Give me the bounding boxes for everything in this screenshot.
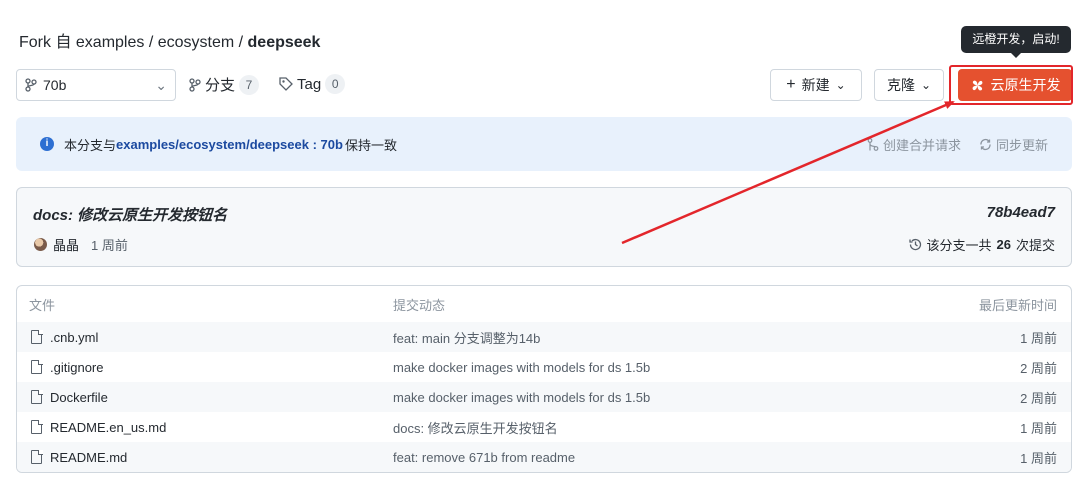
file-icon — [31, 359, 43, 374]
history-icon — [908, 238, 921, 251]
file-name[interactable]: .gitignore — [50, 360, 103, 375]
file-table: 文件 提交动态 最后更新时间 .cnb.yml feat: main 分支调整为… — [16, 285, 1072, 473]
file-name[interactable]: Dockerfile — [50, 390, 108, 405]
file-commit-message[interactable]: make docker images with models for ds 1.… — [393, 360, 650, 375]
branches-link[interactable]: 分支 7 — [189, 74, 260, 95]
branch-select-value: 70b — [43, 77, 67, 93]
commit-count-prefix: 该分支一共 — [926, 238, 992, 253]
branch-icon — [25, 78, 37, 92]
file-name[interactable]: README.en_us.md — [50, 420, 166, 435]
plus-icon: + — [786, 76, 796, 93]
breadcrumb-path[interactable]: Fork 自 examples / ecosystem / — [19, 34, 248, 51]
column-header-commit: 提交动态 — [393, 297, 446, 313]
file-name[interactable]: README.md — [50, 450, 127, 465]
latest-commit-panel: docs: 修改云原生开发按钮名 78b4ead7 晶晶 1 周前 该分支一共 … — [16, 187, 1072, 267]
commit-author: 晶晶 1 周前 — [34, 235, 128, 254]
clone-button[interactable]: 克隆 ⌄ — [874, 69, 944, 101]
file-commit-message[interactable]: make docker images with models for ds 1.… — [393, 390, 650, 405]
file-updated-time: 1 周前 — [1020, 450, 1057, 466]
file-updated-time: 1 周前 — [1020, 330, 1057, 346]
file-commit-message[interactable]: docs: 修改云原生开发按钮名 — [393, 418, 558, 437]
file-icon — [31, 449, 43, 464]
avatar[interactable] — [34, 238, 47, 251]
file-table-header: 文件 提交动态 最后更新时间 — [17, 286, 1071, 322]
new-button-label: 新建 — [801, 77, 830, 93]
branches-count-badge: 7 — [239, 74, 260, 95]
chevron-down-icon: ⌄ — [920, 78, 932, 92]
notice-actions: 创建合并请求 同步更新 — [867, 135, 1048, 154]
tag-icon — [279, 77, 293, 91]
file-updated-time: 2 周前 — [1020, 360, 1057, 376]
branches-label: 分支 — [205, 77, 236, 94]
column-header-updated: 最后更新时间 — [978, 297, 1057, 313]
branch-icon — [189, 77, 201, 92]
breadcrumb-repo[interactable]: deepseek — [248, 34, 321, 51]
table-row[interactable]: .gitignore make docker images with model… — [17, 352, 1071, 382]
cloud-dev-tooltip: 远橙开发，启动! — [961, 26, 1071, 58]
file-icon — [31, 329, 43, 344]
branch-select[interactable]: 70b ⌄ — [16, 69, 176, 101]
file-updated-time: 1 周前 — [1020, 420, 1057, 436]
sync-status-banner: i 本分支与 examples/ecosystem/deepseek : 70b… — [16, 117, 1072, 171]
tags-label: Tag — [297, 75, 322, 93]
sync-label: 同步更新 — [995, 137, 1048, 153]
commit-count-link[interactable]: 该分支一共 26 次提交 — [908, 235, 1055, 254]
commit-count-suffix: 次提交 — [1015, 238, 1055, 253]
create-pr-label: 创建合并请求 — [882, 137, 961, 153]
annotation-highlight-box — [949, 65, 1073, 105]
table-row[interactable]: .cnb.yml feat: main 分支调整为14b 1 周前 — [17, 322, 1071, 352]
table-row[interactable]: README.en_us.md docs: 修改云原生开发按钮名 1 周前 — [17, 412, 1071, 442]
notice-prefix: 本分支与 — [64, 137, 117, 153]
repo-toolbar: 70b ⌄ 分支 7 Tag 0 + 新建 ⌄ 克隆 ⌄ 云原生开发 — [16, 69, 1074, 101]
file-table-body: .cnb.yml feat: main 分支调整为14b 1 周前 .gitig… — [17, 322, 1071, 472]
notice-suffix: 保持一致 — [344, 137, 397, 153]
author-name[interactable]: 晶晶 — [53, 235, 79, 254]
chevron-down-icon: ⌄ — [155, 76, 167, 93]
file-name[interactable]: .cnb.yml — [50, 330, 98, 345]
commit-message-link[interactable]: docs: 修改云原生开发按钮名 — [33, 204, 227, 225]
table-row[interactable]: README.md feat: remove 671b from readme … — [17, 442, 1071, 472]
new-button[interactable]: + 新建 ⌄ — [770, 69, 862, 101]
table-row[interactable]: Dockerfile make docker images with model… — [17, 382, 1071, 412]
commit-time: 1 周前 — [91, 238, 128, 253]
merge-icon — [867, 137, 879, 151]
file-icon — [31, 389, 43, 404]
upstream-repo-link[interactable]: examples/ecosystem/deepseek : 70b — [116, 137, 343, 152]
tags-count-badge: 0 — [325, 74, 346, 94]
chevron-down-icon: ⌄ — [835, 78, 846, 92]
clone-button-label: 克隆 — [886, 77, 915, 93]
sync-button[interactable]: 同步更新 — [979, 135, 1048, 154]
file-icon — [31, 419, 43, 434]
breadcrumb: Fork 自 examples / ecosystem / deepseek — [19, 28, 320, 52]
file-commit-message[interactable]: feat: remove 671b from readme — [393, 450, 575, 465]
sync-icon — [980, 138, 991, 150]
file-commit-message[interactable]: feat: main 分支调整为14b — [393, 328, 540, 347]
column-header-file: 文件 — [29, 297, 56, 313]
commit-hash-link[interactable]: 78b4ead7 — [987, 204, 1055, 221]
commit-count-value: 26 — [996, 237, 1011, 252]
tags-link[interactable]: Tag 0 — [279, 74, 346, 94]
file-updated-time: 2 周前 — [1020, 390, 1057, 406]
create-pr-button[interactable]: 创建合并请求 — [867, 135, 961, 154]
info-icon: i — [40, 137, 54, 151]
